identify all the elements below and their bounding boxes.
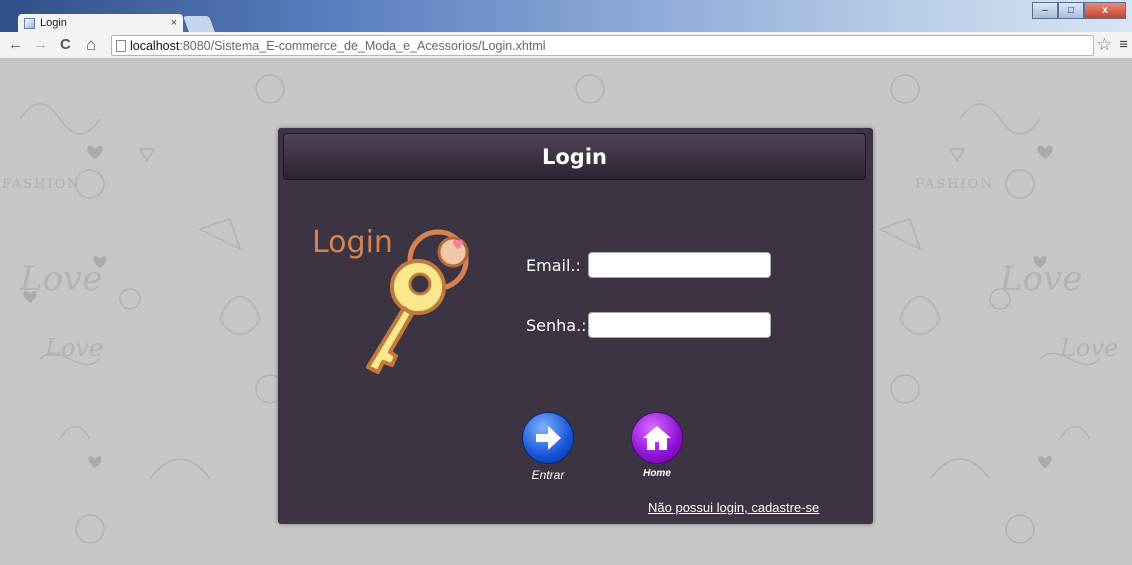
background-word: FASHION bbox=[915, 177, 994, 192]
back-arrow-icon[interactable]: ← bbox=[8, 36, 23, 54]
background-word: Love bbox=[20, 259, 103, 299]
browser-toolbar: ← → C ⌂ localhost:8080/Sistema_E-commerc… bbox=[0, 32, 1132, 59]
home-icon[interactable]: ⌂ bbox=[86, 36, 96, 54]
window-controls: – □ x bbox=[1032, 2, 1126, 19]
submit-label: Entrar bbox=[531, 468, 565, 482]
reload-icon[interactable]: C bbox=[60, 36, 71, 54]
bookmark-star-icon[interactable]: ☆ bbox=[1097, 35, 1112, 55]
window-titlebar: Login × – □ x bbox=[0, 0, 1132, 32]
login-key-logo: Login bbox=[312, 225, 469, 374]
logo-text: Login bbox=[312, 225, 393, 260]
panel-header: Login bbox=[283, 133, 866, 180]
favicon-icon bbox=[24, 17, 35, 29]
background-word: Love bbox=[1060, 334, 1119, 362]
forward-arrow-icon[interactable]: → bbox=[33, 36, 48, 54]
email-field[interactable] bbox=[588, 252, 771, 278]
background-word: Love bbox=[1000, 259, 1083, 299]
page-icon bbox=[116, 39, 126, 52]
home-button[interactable]: Home bbox=[631, 412, 683, 479]
submit-button[interactable]: Entrar bbox=[522, 412, 574, 482]
tab-close-icon[interactable]: × bbox=[171, 17, 177, 29]
panel-title: Login bbox=[542, 144, 607, 169]
menu-icon[interactable]: ≡ bbox=[1119, 36, 1128, 53]
close-window-button[interactable]: x bbox=[1084, 2, 1126, 19]
new-tab-button[interactable] bbox=[183, 16, 215, 32]
email-label: Email.: bbox=[526, 256, 581, 275]
login-panel: Login Login Email.: Senha.: Entrar Home … bbox=[278, 128, 873, 524]
home-label: Home bbox=[643, 468, 671, 479]
password-field[interactable] bbox=[588, 312, 771, 338]
url-host: localhost bbox=[130, 38, 180, 53]
minimize-button[interactable]: – bbox=[1032, 2, 1058, 19]
tab-title: Login bbox=[40, 17, 67, 29]
background-word: Love bbox=[45, 334, 104, 362]
address-bar[interactable]: localhost:8080/Sistema_E-commerce_de_Mod… bbox=[111, 35, 1094, 56]
browser-tab[interactable]: Login × bbox=[18, 14, 183, 32]
arrow-right-icon bbox=[522, 412, 574, 464]
maximize-button[interactable]: □ bbox=[1058, 2, 1084, 19]
page-background: Love FASHION Love FASHION Love Love Logi… bbox=[0, 59, 1132, 565]
background-word: FASHION bbox=[2, 177, 81, 192]
register-link[interactable]: Não possui login, cadastre-se bbox=[648, 500, 819, 515]
house-icon bbox=[631, 412, 683, 464]
password-label: Senha.: bbox=[526, 316, 587, 335]
url-path: :8080/Sistema_E-commerce_de_Moda_e_Acess… bbox=[179, 38, 546, 53]
